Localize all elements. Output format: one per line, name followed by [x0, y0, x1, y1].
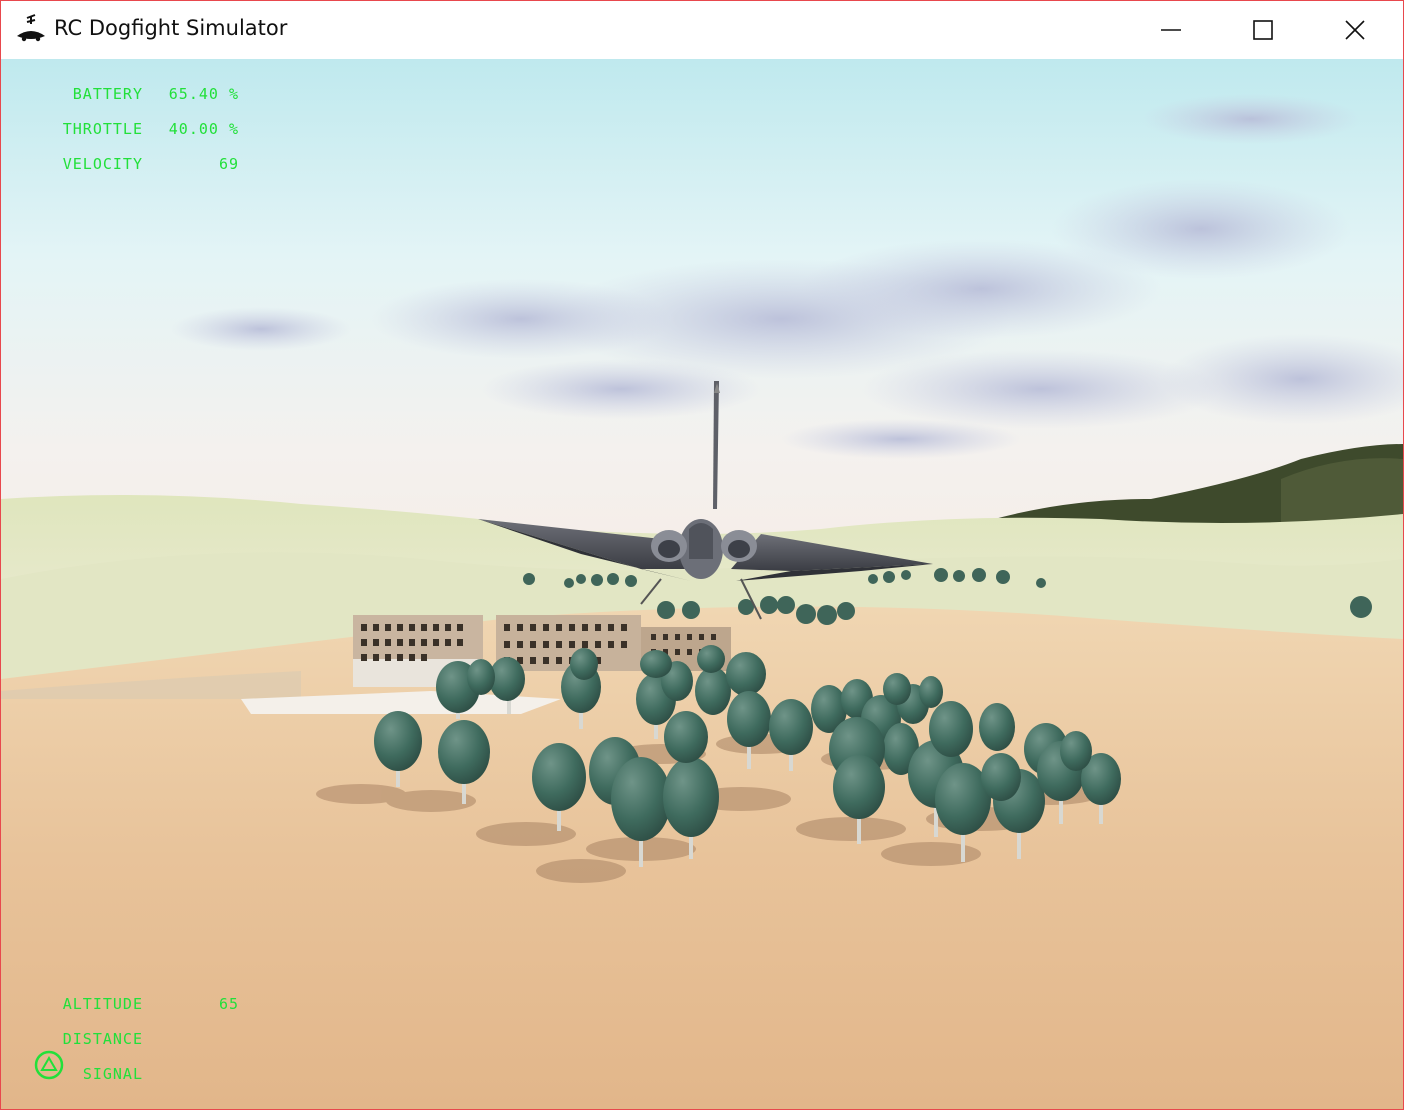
- maximize-button[interactable]: [1217, 1, 1309, 59]
- velocity-label: VELOCITY: [62, 155, 143, 173]
- rc-plane-icon: [17, 14, 45, 42]
- maximize-icon: [1253, 20, 1273, 40]
- close-button[interactable]: [1309, 1, 1401, 59]
- close-icon: [1345, 20, 1365, 40]
- signal-label: SIGNAL: [82, 1065, 143, 1083]
- app-window: RC Dogfight Simulator BATTERY 65.40 % TH…: [0, 0, 1404, 1110]
- battery-label: BATTERY: [72, 85, 143, 103]
- throttle-label: THROTTLE: [62, 120, 143, 138]
- game-viewport[interactable]: BATTERY 65.40 % THROTTLE 40.00 % VELOCIT…: [1, 59, 1403, 1109]
- altitude-label: ALTITUDE: [62, 995, 143, 1013]
- altitude-value: 65: [218, 995, 239, 1013]
- throttle-value: 40.00 %: [168, 120, 239, 138]
- 3d-scene: [1, 59, 1403, 1109]
- window-title: RC Dogfight Simulator: [54, 16, 288, 40]
- signal-triangle-icon: [34, 1050, 64, 1080]
- title-bar[interactable]: RC Dogfight Simulator: [1, 1, 1403, 59]
- minimize-icon: [1161, 29, 1181, 31]
- battery-value: 65.40 %: [168, 85, 239, 103]
- minimize-button[interactable]: [1125, 1, 1217, 59]
- velocity-value: 69: [218, 155, 239, 173]
- distance-label: DISTANCE: [62, 1030, 143, 1048]
